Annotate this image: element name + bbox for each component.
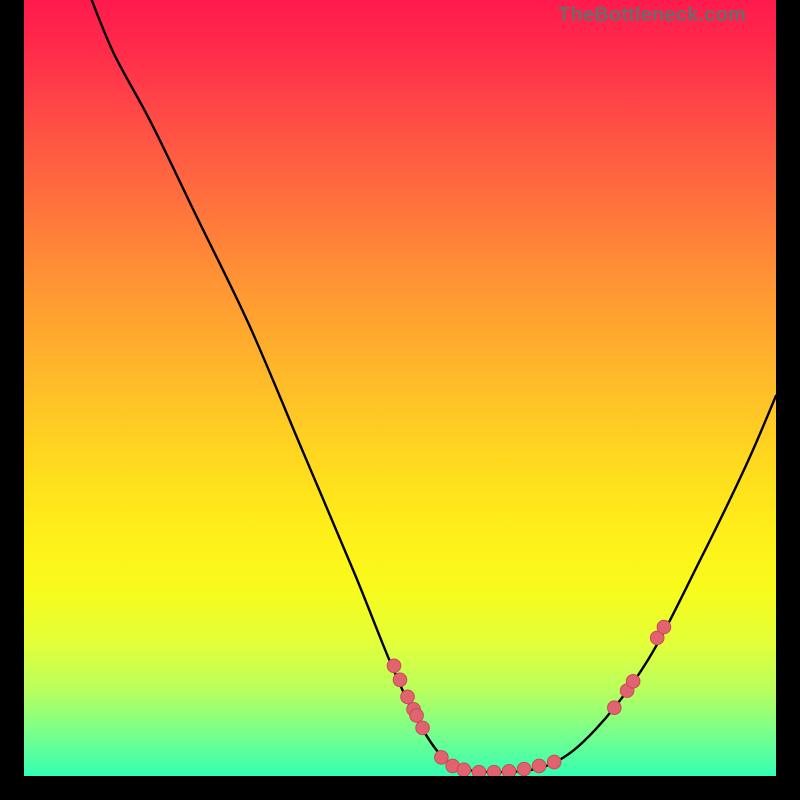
data-marker <box>435 751 449 765</box>
data-marker <box>472 765 486 776</box>
data-marker <box>626 675 640 689</box>
data-marker <box>410 709 424 723</box>
data-marker <box>547 755 561 769</box>
data-marker <box>608 701 622 715</box>
data-marker <box>502 765 516 776</box>
data-marker <box>457 763 471 776</box>
data-marker <box>401 690 415 704</box>
chart-svg <box>24 0 776 776</box>
data-marker <box>517 762 531 776</box>
data-marker <box>487 765 501 776</box>
bottleneck-curve <box>92 0 776 772</box>
data-marker <box>387 659 401 673</box>
data-marker <box>657 620 671 634</box>
data-marker <box>416 721 430 735</box>
data-marker <box>532 759 546 773</box>
chart-frame: TheBottleneck.com <box>0 0 800 800</box>
marker-layer <box>387 620 671 776</box>
plot-area: TheBottleneck.com <box>24 0 776 776</box>
data-marker <box>393 673 407 687</box>
